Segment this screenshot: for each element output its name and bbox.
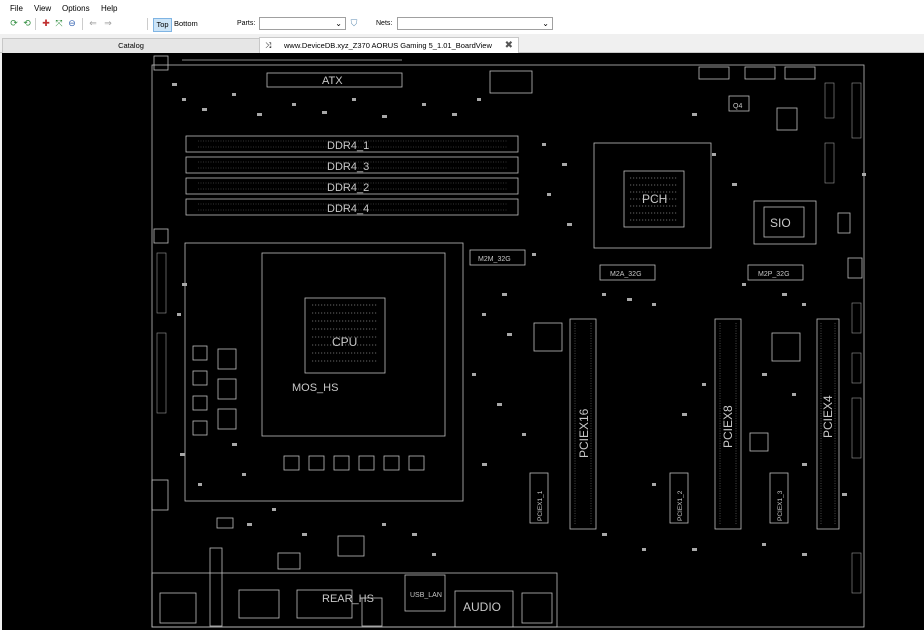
pciex4-label: PCIEX4	[821, 395, 835, 438]
atx-label: ATX	[322, 75, 343, 87]
chip-misc	[159, 592, 197, 624]
board-outline	[151, 64, 865, 628]
pch-label: PCH	[642, 192, 667, 206]
vrm-choke	[383, 455, 400, 471]
pciex8-label: PCIEX8	[721, 405, 735, 448]
chevron-down-icon: ⌄	[335, 19, 342, 28]
nets-combobox[interactable]: ⌄	[397, 17, 553, 30]
chip-misc	[521, 592, 553, 624]
vrm-choke	[192, 370, 208, 386]
rear-hs-label: REAR_HS	[322, 593, 374, 605]
tab-catalog[interactable]: Catalog	[2, 38, 260, 53]
fit-icon[interactable]: ⤧	[54, 18, 64, 28]
usb-lan-label: USB_LAN	[410, 592, 442, 599]
vrm-mosfet	[217, 408, 237, 430]
sio-label: SIO	[770, 216, 791, 230]
zoom-in-icon[interactable]: ✚	[41, 18, 51, 28]
pin-icon[interactable]: ⤨	[265, 38, 271, 54]
menu-bar: File View Options Help	[0, 0, 924, 15]
rear-header	[209, 547, 223, 627]
vrm-choke	[358, 455, 375, 471]
pciex1-1-label: PCIEX1_1	[537, 490, 544, 521]
parts-combobox[interactable]: ⌄	[259, 17, 346, 30]
chip-misc	[784, 66, 816, 80]
filter-icon[interactable]: ⛉	[349, 18, 359, 28]
refresh-icon[interactable]: ⟳	[9, 18, 19, 28]
cpu-label: CPU	[332, 335, 357, 349]
chip-misc	[277, 552, 301, 570]
chip-misc	[837, 212, 851, 234]
menu-file[interactable]: File	[10, 4, 23, 13]
toolbar: ⟳ ⟲ ✚ ⤧ ⊖ ⇐ ⇒ Top Bottom Parts: ⌄ ⛉ Nets…	[0, 15, 924, 34]
nets-label: Nets:	[376, 20, 393, 27]
chip-misc	[153, 55, 169, 71]
tab-document[interactable]: ⤨ www.DeviceDB.xyz_Z370 AORUS Gaming 5_1…	[259, 37, 519, 54]
m2m-label: M2M_32G	[478, 256, 511, 263]
zoom-out-icon[interactable]: ⊖	[67, 18, 77, 28]
bottom-side-button[interactable]: Bottom	[174, 18, 198, 30]
vrm-mosfet	[217, 348, 237, 370]
pciex1-3-label: PCIEX1_3	[777, 490, 784, 521]
ddr4-4-label: DDR4_4	[327, 203, 369, 215]
chip-misc	[337, 535, 365, 557]
vrm-choke	[408, 455, 425, 471]
chip-misc	[744, 66, 776, 80]
m2p-label: M2P_32G	[758, 271, 790, 278]
top-side-button[interactable]: Top	[153, 18, 172, 32]
forward-arrow-icon[interactable]: ⇒	[103, 18, 113, 28]
chip-misc	[153, 228, 169, 244]
rear-port	[238, 589, 280, 619]
vrm-mosfet	[217, 378, 237, 400]
toolbar-separator	[147, 18, 148, 30]
chip-misc	[533, 322, 563, 352]
vrm-choke	[192, 395, 208, 411]
chip-misc	[847, 257, 863, 279]
chip-misc	[749, 432, 769, 452]
vrm-choke	[192, 345, 208, 361]
audio-label: AUDIO	[463, 600, 501, 614]
chevron-down-icon: ⌄	[542, 19, 549, 28]
chip-misc	[151, 479, 169, 511]
vrm-choke	[333, 455, 350, 471]
pciex16-label: PCIEX16	[577, 408, 591, 458]
pciex1-2-label: PCIEX1_2	[677, 490, 684, 521]
toolbar-separator	[35, 18, 36, 30]
parts-label: Parts:	[237, 20, 256, 27]
chip-misc	[216, 517, 234, 529]
vrm-choke	[192, 420, 208, 436]
back-arrow-icon[interactable]: ⇐	[88, 18, 98, 28]
chip-misc	[771, 332, 801, 362]
toolbar-separator	[82, 18, 83, 30]
expand-icon[interactable]: ⟲	[22, 18, 32, 28]
close-icon[interactable]: ✖	[505, 38, 513, 54]
ddr4-3-label: DDR4_3	[327, 161, 369, 173]
vrm-choke	[283, 455, 300, 471]
board-drawing[interactable]: ATX DDR4_1 DDR4_3 DDR4_2 DDR4_4 SIO PCH …	[2, 53, 924, 630]
chip-misc	[776, 107, 798, 131]
menu-options[interactable]: Options	[62, 4, 90, 13]
ddr4-2-label: DDR4_2	[327, 182, 369, 194]
chip-misc	[698, 66, 730, 80]
m2a-label: M2A_32G	[610, 271, 642, 278]
q4-label: Q4	[733, 103, 742, 110]
vrm-choke	[308, 455, 325, 471]
header-top	[489, 70, 533, 94]
ddr4-1-label: DDR4_1	[327, 140, 369, 152]
menu-view[interactable]: View	[34, 4, 51, 13]
board-canvas[interactable]: ATX DDR4_1 DDR4_3 DDR4_2 DDR4_4 SIO PCH …	[2, 53, 924, 630]
menu-help[interactable]: Help	[101, 4, 117, 13]
mos-hs-label: MOS_HS	[292, 382, 338, 394]
document-tab-title: www.DeviceDB.xyz_Z370 AORUS Gaming 5_1.0…	[284, 41, 492, 50]
